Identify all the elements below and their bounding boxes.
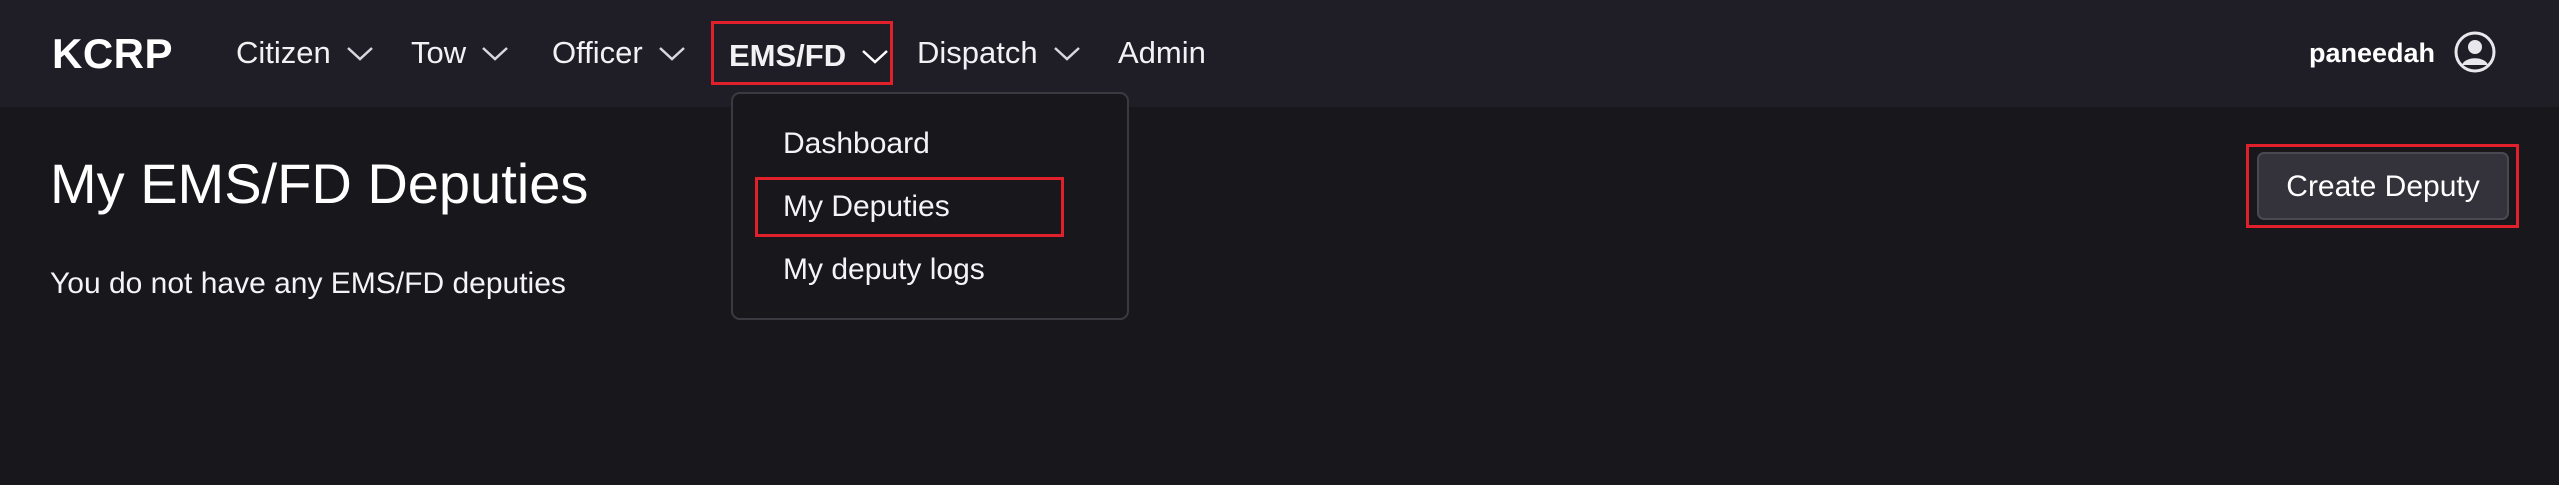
page-title: My EMS/FD Deputies <box>50 152 589 215</box>
create-deputy-highlight: Create Deputy <box>2246 144 2519 228</box>
menu-item-my-deputies[interactable]: My Deputies <box>783 179 950 235</box>
nav-item-label: Admin <box>1118 35 1206 70</box>
nav-item-citizen[interactable]: Citizen <box>236 21 375 85</box>
nav-item-dispatch[interactable]: Dispatch <box>917 21 1082 85</box>
brand-logo[interactable]: KCRP <box>52 0 173 107</box>
menu-item-dashboard[interactable]: Dashboard <box>783 116 930 172</box>
nav-item-tow[interactable]: Tow <box>411 21 510 85</box>
nav-item-label: Citizen <box>236 35 331 70</box>
chevron-down-icon <box>345 43 375 63</box>
navbar: KCRP Citizen Tow Officer EMS/FD Dispatch… <box>0 0 2559 107</box>
nav-item-ems-fd[interactable]: EMS/FD <box>711 21 893 85</box>
user-menu[interactable]: paneedah <box>2309 21 2497 85</box>
nav-item-officer[interactable]: Officer <box>552 21 687 85</box>
nav-item-label: Officer <box>552 35 643 70</box>
chevron-down-icon <box>1052 43 1082 63</box>
nav-item-label: Dispatch <box>917 35 1038 70</box>
username: paneedah <box>2308 38 2435 68</box>
menu-item-my-deputy-logs[interactable]: My deputy logs <box>783 242 985 298</box>
chevron-down-icon <box>657 43 687 63</box>
nav-item-admin[interactable]: Admin <box>1118 21 1206 85</box>
ems-fd-dropdown-menu: Dashboard My Deputies My deputy logs <box>731 92 1129 320</box>
create-deputy-button[interactable]: Create Deputy <box>2257 152 2509 220</box>
chevron-down-icon <box>480 43 510 63</box>
nav-item-label: EMS/FD <box>729 38 847 73</box>
user-circle-icon <box>2453 30 2497 74</box>
nav-item-label: Tow <box>411 35 467 70</box>
chevron-down-icon <box>860 46 890 66</box>
empty-state-message: You do not have any EMS/FD deputies <box>50 267 566 300</box>
